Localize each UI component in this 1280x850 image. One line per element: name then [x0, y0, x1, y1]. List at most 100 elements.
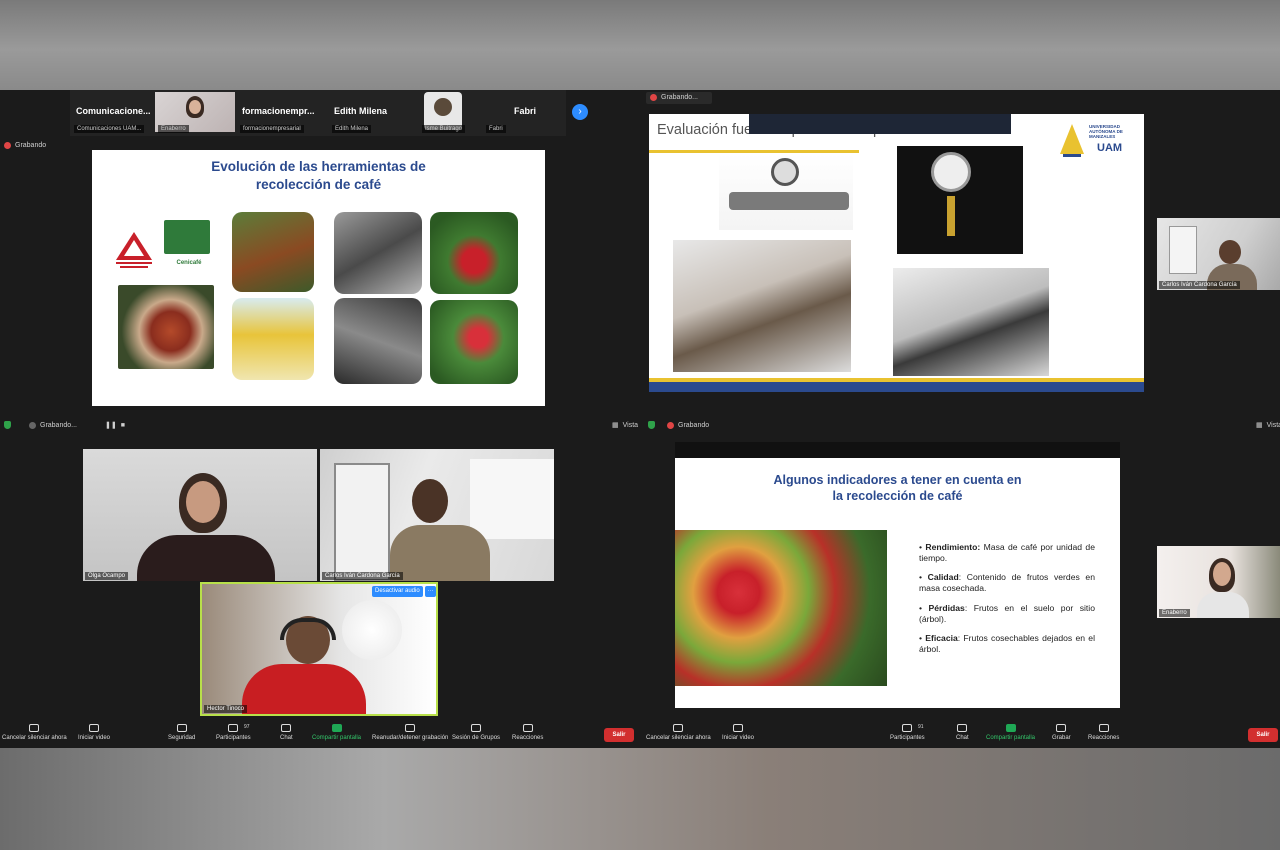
shared-slide-herramientas: Evolución de las herramientas de recolec…	[92, 150, 545, 406]
record-icon	[650, 94, 657, 101]
participant-face	[189, 100, 201, 114]
reactions-button[interactable]: Reacciones	[1088, 724, 1119, 741]
view-button-right[interactable]: ▦ Vista	[1256, 421, 1280, 430]
indicator-item: • Pérdidas: Frutos en el suelo por sitio…	[919, 602, 1095, 624]
thumbnail-fabri[interactable]: Fabri Fabri	[482, 90, 566, 136]
photo-gauge-device	[719, 154, 853, 230]
shared-slide-indicadores: Algunos indicadores a tener en cuenta en…	[675, 458, 1120, 708]
cenicafe-logo: Cenicafé	[164, 220, 214, 272]
headset-icon	[280, 618, 336, 640]
smiley-icon	[1098, 724, 1109, 732]
recording-indicator-bottom-left: Grabando... ❚❚ ■	[4, 421, 125, 429]
thumbnail-tag: Enaberro	[158, 125, 189, 133]
thumbnail-tag: Fabri	[486, 125, 506, 133]
gallery-video-hector-active[interactable]: Desactivar audio ··· Hector Tinoco	[200, 582, 438, 716]
end-meeting-button[interactable]: Salir	[1248, 728, 1278, 742]
monitor-screen: Comunicacione... Comunicaciones UAM... E…	[0, 90, 1280, 748]
shield-icon	[648, 421, 655, 429]
indicator-item: • Rendimiento: Masa de café por unidad d…	[919, 542, 1095, 563]
grid-icon: ▦	[612, 422, 619, 429]
participants-button[interactable]: Participantes 97	[216, 724, 251, 741]
slide-top-band	[675, 442, 1120, 458]
unmute-button[interactable]: Cancelar silenciar ahora	[2, 724, 67, 741]
background-door	[334, 463, 390, 581]
photo-background-top	[0, 0, 1280, 90]
gallery-video-olga[interactable]: Olga Ocampo	[83, 449, 317, 581]
smiley-icon	[522, 724, 533, 732]
reactions-button[interactable]: Reacciones	[512, 724, 543, 741]
thumbnail-name: Comunicacione...	[76, 106, 151, 116]
shield-icon	[176, 724, 187, 732]
participant-face	[1213, 562, 1231, 586]
participant-body	[242, 664, 366, 714]
participant-face	[1219, 240, 1241, 264]
background-light	[342, 600, 402, 660]
recording-indicator-bottom-right: Grabando	[648, 421, 709, 429]
thumbnail-name: Edith Milena	[334, 106, 388, 116]
participant-body	[1197, 592, 1249, 618]
indicator-list: • Rendimiento: Masa de café por unidad d…	[919, 542, 1095, 664]
end-meeting-button[interactable]: Salir	[604, 728, 634, 742]
chevron-right-icon: ›	[578, 106, 582, 117]
photo-background-bottom	[0, 748, 1280, 850]
thumbnail-isme-buitrago[interactable]: Isme Buitrago	[418, 90, 482, 136]
chat-icon	[957, 724, 968, 732]
photo-worker-bw-1	[334, 212, 422, 294]
start-video-button[interactable]: Iniciar video	[78, 724, 110, 741]
more-options-button[interactable]: ···	[425, 586, 436, 597]
photo-lab-setup-1	[673, 240, 851, 372]
thumbnail-formacionempresarial[interactable]: formacionempr... formacionempresarial	[236, 90, 328, 136]
participants-button[interactable]: Participantes 91	[890, 724, 925, 741]
grid-icon: ▦	[1256, 422, 1263, 429]
thumbnail-comunicaciones[interactable]: Comunicacione... Comunicaciones UAM...	[70, 90, 154, 136]
participant-name-tag: Enaberro	[1159, 609, 1190, 617]
thumbnail-name: Fabri	[514, 106, 537, 116]
photo-worker-red-2	[430, 300, 518, 384]
background-door	[1169, 226, 1197, 274]
breakout-rooms-icon	[471, 724, 482, 732]
view-button-left[interactable]: ▦ Vista	[612, 421, 638, 430]
pause-icon[interactable]: ❚❚	[105, 421, 117, 429]
side-video-enaberro[interactable]: Enaberro	[1157, 546, 1280, 618]
record-icon	[405, 724, 416, 732]
uam-logo: UNIVERSIDAD AUTÓNOMA DE MANIZALES UAM	[1057, 122, 1137, 162]
start-video-button[interactable]: Iniciar video	[722, 724, 754, 741]
participant-face	[412, 479, 448, 523]
record-icon	[667, 421, 674, 429]
participant-face	[186, 481, 220, 523]
overlay-bar	[749, 114, 1011, 134]
record-icon	[1056, 724, 1067, 732]
security-button[interactable]: Seguridad	[168, 724, 195, 741]
photo-basket-harvest	[232, 212, 314, 292]
record-button[interactable]: Reanudar/detener grabación	[372, 724, 448, 741]
meeting-toolbar-right: Cancelar silenciar ahora Iniciar video P…	[640, 722, 1280, 748]
record-icon	[4, 142, 11, 149]
gallery-video-carlos[interactable]: Carlos Iván Cardona García	[320, 449, 554, 581]
slide-accent-line	[649, 150, 859, 153]
participants-icon	[902, 724, 913, 732]
microphone-icon	[29, 724, 40, 732]
thumbnail-tag: formacionempresarial	[240, 125, 304, 133]
microphone-icon	[673, 724, 684, 732]
chat-icon	[281, 724, 292, 732]
thumbnail-video-enaberro[interactable]: Enaberro	[154, 90, 236, 136]
share-screen-button[interactable]: Compartir pantalla	[986, 724, 1035, 741]
recording-pill: Grabando...	[646, 92, 712, 104]
photo-pressure-gauge	[897, 146, 1023, 254]
unmute-button[interactable]: Cancelar silenciar ahora	[646, 724, 711, 741]
chat-button[interactable]: Chat	[956, 724, 969, 741]
shield-icon	[4, 421, 11, 429]
next-thumbnails-button[interactable]: ›	[572, 104, 588, 120]
chat-button[interactable]: Chat	[280, 724, 293, 741]
recording-indicator: Grabando	[4, 142, 46, 149]
mute-audio-button[interactable]: Desactivar audio	[372, 586, 423, 597]
stop-icon[interactable]: ■	[121, 422, 125, 429]
share-screen-button[interactable]: Compartir pantalla	[312, 724, 361, 741]
participant-name-tag: Olga Ocampo	[85, 572, 129, 580]
breakout-rooms-button[interactable]: Sesión de Grupos	[452, 724, 500, 741]
photo-worker-bw-2	[334, 298, 422, 384]
record-button[interactable]: Grabar	[1052, 724, 1071, 741]
side-video-carlos[interactable]: Carlos Iván Cardona García	[1157, 218, 1280, 290]
thumbnail-edith-milena[interactable]: Edith Milena Edith Milena	[328, 90, 418, 136]
slide-footer-blue	[649, 382, 1144, 392]
